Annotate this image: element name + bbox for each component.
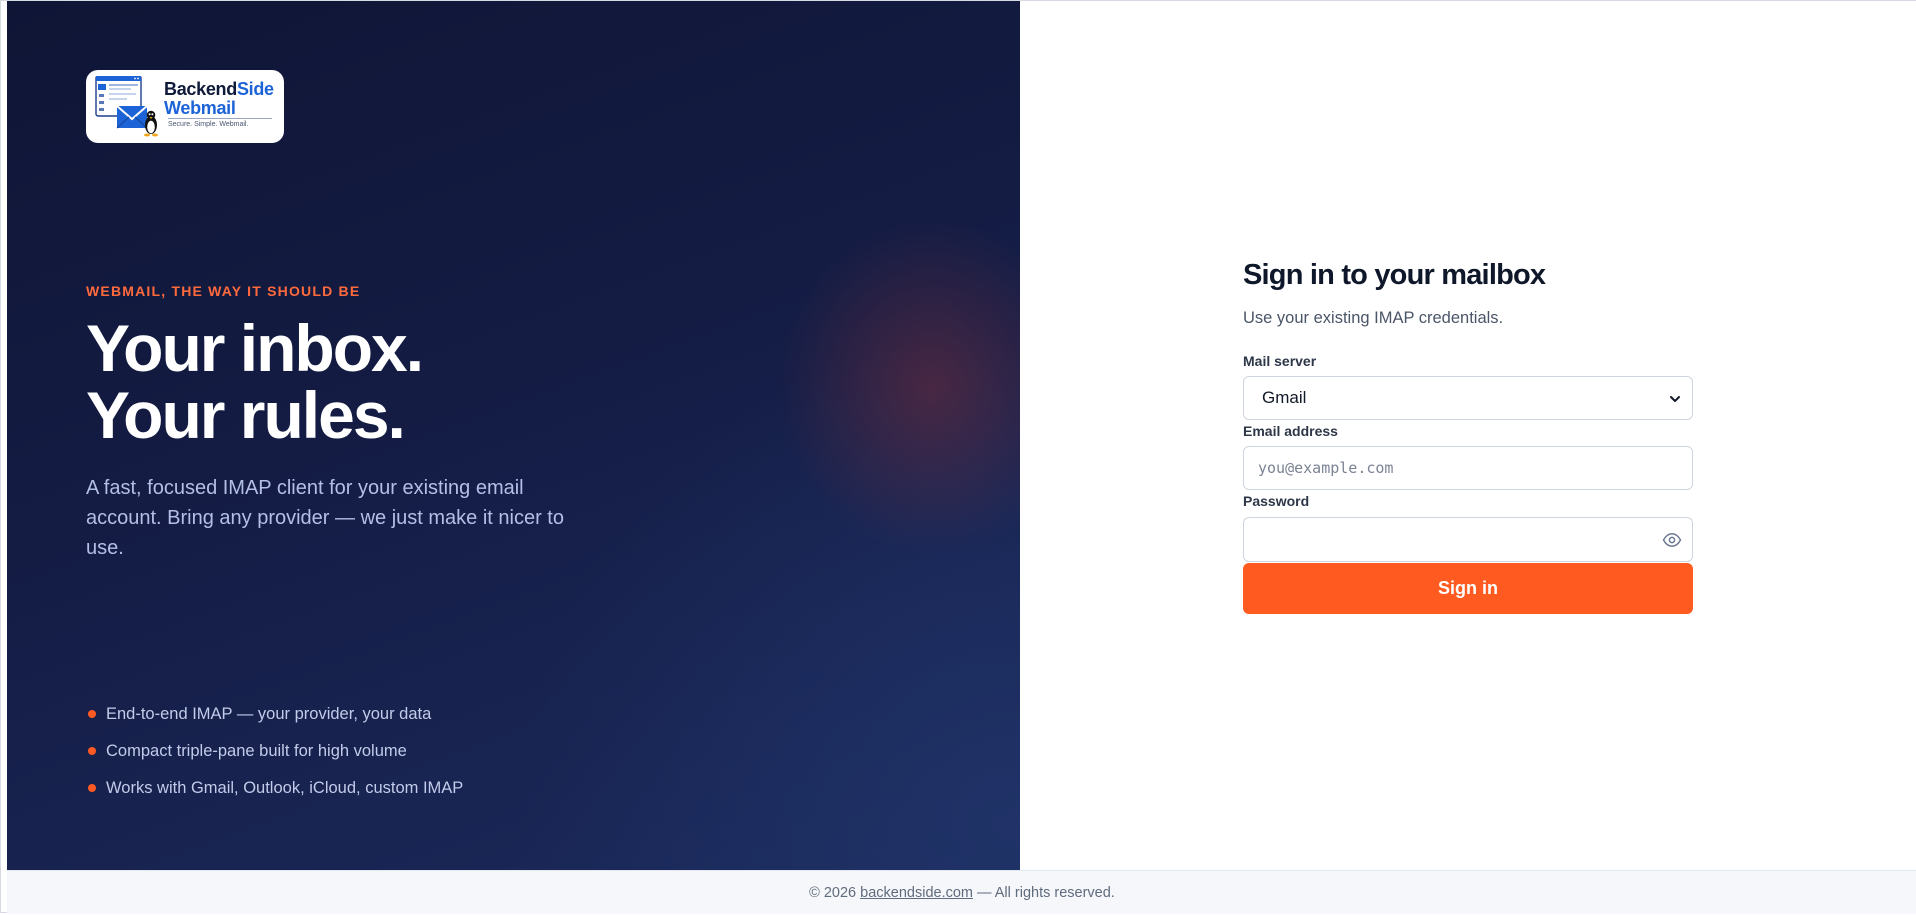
page-footer: © 2026 backendside.com — All rights rese… bbox=[7, 870, 1916, 914]
bullet-dot-icon bbox=[88, 710, 96, 718]
feature-item: Compact triple-pane built for high volum… bbox=[86, 738, 463, 775]
sign-in-button[interactable]: Sign in bbox=[1243, 563, 1693, 614]
password-field[interactable] bbox=[1243, 517, 1693, 562]
feature-item: Works with Gmail, Outlook, iCloud, custo… bbox=[86, 775, 463, 812]
hero-lead: A fast, focused IMAP client for your exi… bbox=[86, 477, 564, 559]
email-label: Email address bbox=[1243, 423, 1338, 439]
hero-panel: BackendSide Webmail Secure. Simple. Webm… bbox=[7, 1, 1020, 870]
eye-icon[interactable] bbox=[1662, 531, 1682, 549]
brand-tagline: Secure. Simple. Webmail. bbox=[168, 121, 249, 128]
mail-server-label: Mail server bbox=[1243, 353, 1317, 369]
password-label: Password bbox=[1243, 493, 1310, 509]
brand-logo: BackendSide Webmail Secure. Simple. Webm… bbox=[86, 70, 284, 143]
footer-site-link[interactable]: backendside.com bbox=[860, 885, 973, 901]
form-subtitle: Use your existing IMAP credentials. bbox=[1243, 309, 1504, 327]
footer-copyright: © 2026 bbox=[809, 885, 861, 901]
hero-headline-line1: Your inbox. bbox=[86, 311, 424, 385]
mail-server-select[interactable]: Gmail bbox=[1243, 376, 1693, 420]
hero-headline: Your inbox. Your rules. bbox=[86, 315, 886, 449]
form-title: Sign in to your mailbox bbox=[1243, 259, 1546, 291]
hero-headline-line2: Your rules. bbox=[86, 378, 406, 452]
signin-panel: Sign in to your mailbox Use your existin… bbox=[1020, 1, 1916, 870]
bullet-dot-icon bbox=[88, 784, 96, 792]
login-page: BackendSide Webmail Secure. Simple. Webm… bbox=[0, 0, 1916, 914]
chevron-down-icon bbox=[1670, 396, 1680, 402]
hero-eyebrow: WEBMAIL, THE WAY IT SHOULD BE bbox=[86, 283, 361, 299]
footer-rights: — All rights reserved. bbox=[973, 885, 1115, 901]
feature-list: End-to-end IMAP — your provider, your da… bbox=[86, 701, 463, 812]
brand-name: BackendSide bbox=[164, 79, 274, 99]
signin-form: Sign in to your mailbox Use your existin… bbox=[1243, 255, 1693, 614]
brand-product: Webmail bbox=[164, 98, 236, 118]
logo-divider bbox=[168, 118, 272, 119]
email-field[interactable] bbox=[1243, 446, 1693, 490]
mail-server-selected-value: Gmail bbox=[1262, 388, 1307, 407]
feature-item: End-to-end IMAP — your provider, your da… bbox=[86, 701, 463, 738]
bullet-dot-icon bbox=[88, 747, 96, 755]
